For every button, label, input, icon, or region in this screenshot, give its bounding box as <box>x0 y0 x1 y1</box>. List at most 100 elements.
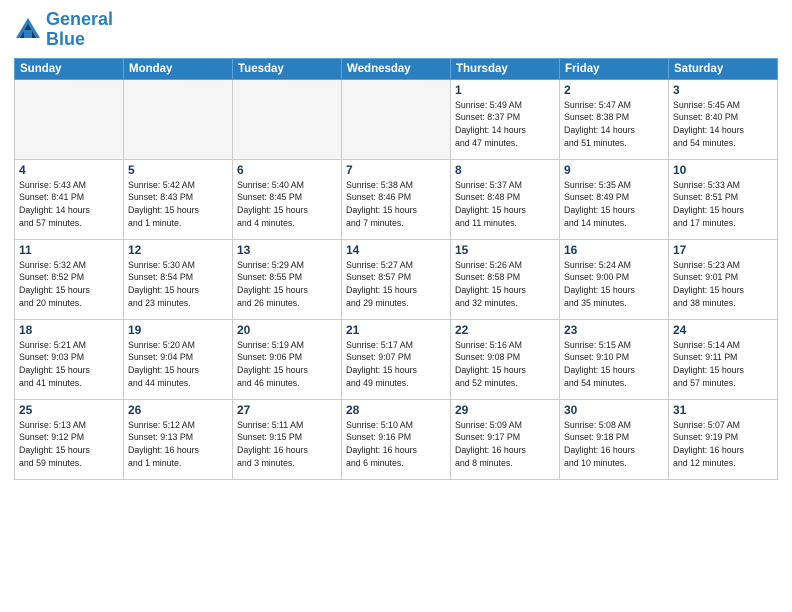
day-info: Sunrise: 5:12 AM Sunset: 9:13 PM Dayligh… <box>128 419 228 470</box>
logo: General Blue <box>14 10 113 50</box>
calendar-body: 1Sunrise: 5:49 AM Sunset: 8:37 PM Daylig… <box>15 79 778 479</box>
day-number: 2 <box>564 83 664 97</box>
day-cell: 30 Sunrise: 5:08 AM Sunset: 9:18 PM Dayli… <box>560 399 669 479</box>
day-cell: 10Sunrise: 5:33 AM Sunset: 8:51 PM Dayli… <box>669 159 778 239</box>
day-info: Sunrise: 5:40 AM Sunset: 8:45 PM Dayligh… <box>237 179 337 230</box>
day-info: Sunrise: 5:07 AM Sunset: 9:19 PM Dayligh… <box>673 419 773 470</box>
day-cell: 11 Sunrise: 5:32 AM Sunset: 8:52 PM Dayli… <box>15 239 124 319</box>
day-number: 3 <box>673 83 773 97</box>
day-number: 19 <box>128 323 228 337</box>
day-info: Sunrise: 5:42 AM Sunset: 8:43 PM Dayligh… <box>128 179 228 230</box>
day-info: Sunrise: 5:20 AM Sunset: 9:04 PM Dayligh… <box>128 339 228 390</box>
day-cell: 14Sunrise: 5:27 AM Sunset: 8:57 PM Dayli… <box>342 239 451 319</box>
day-cell: 4 Sunrise: 5:43 AM Sunset: 8:41 PM Daylig… <box>15 159 124 239</box>
day-info: Sunrise: 5:11 AM Sunset: 9:15 PM Dayligh… <box>237 419 337 470</box>
day-cell: 29 Sunrise: 5:09 AM Sunset: 9:17 PM Dayli… <box>451 399 560 479</box>
day-cell: 22 Sunrise: 5:16 AM Sunset: 9:08 PM Dayli… <box>451 319 560 399</box>
day-number: 15 <box>455 243 555 257</box>
day-header-sunday: Sunday <box>15 58 124 79</box>
day-info: Sunrise: 5:32 AM Sunset: 8:52 PM Dayligh… <box>19 259 119 310</box>
day-info: Sunrise: 5:37 AM Sunset: 8:48 PM Dayligh… <box>455 179 555 230</box>
day-info: Sunrise: 5:15 AM Sunset: 9:10 PM Dayligh… <box>564 339 664 390</box>
day-number: 18 <box>19 323 119 337</box>
day-cell: 16Sunrise: 5:24 AM Sunset: 9:00 PM Dayli… <box>560 239 669 319</box>
day-number: 31 <box>673 403 773 417</box>
day-number: 7 <box>346 163 446 177</box>
day-number: 11 <box>19 243 119 257</box>
day-cell: 12 Sunrise: 5:30 AM Sunset: 8:54 PM Dayli… <box>124 239 233 319</box>
week-row-3: 11 Sunrise: 5:32 AM Sunset: 8:52 PM Dayli… <box>15 239 778 319</box>
logo-icon <box>14 16 42 44</box>
day-info: Sunrise: 5:29 AM Sunset: 8:55 PM Dayligh… <box>237 259 337 310</box>
day-info: Sunrise: 5:47 AM Sunset: 8:38 PM Dayligh… <box>564 99 664 150</box>
day-cell: 31 Sunrise: 5:07 AM Sunset: 9:19 PM Dayli… <box>669 399 778 479</box>
day-number: 27 <box>237 403 337 417</box>
day-number: 4 <box>19 163 119 177</box>
day-info: Sunrise: 5:17 AM Sunset: 9:07 PM Dayligh… <box>346 339 446 390</box>
day-cell: 17 Sunrise: 5:23 AM Sunset: 9:01 PM Dayli… <box>669 239 778 319</box>
day-cell: 7 Sunrise: 5:38 AM Sunset: 8:46 PM Daylig… <box>342 159 451 239</box>
day-number: 13 <box>237 243 337 257</box>
day-cell: 2 Sunrise: 5:47 AM Sunset: 8:38 PM Daylig… <box>560 79 669 159</box>
day-cell: 20 Sunrise: 5:19 AM Sunset: 9:06 PM Dayli… <box>233 319 342 399</box>
day-number: 17 <box>673 243 773 257</box>
day-cell <box>124 79 233 159</box>
day-number: 22 <box>455 323 555 337</box>
day-header-saturday: Saturday <box>669 58 778 79</box>
day-number: 8 <box>455 163 555 177</box>
day-cell: 21 Sunrise: 5:17 AM Sunset: 9:07 PM Dayli… <box>342 319 451 399</box>
day-number: 21 <box>346 323 446 337</box>
day-cell: 28Sunrise: 5:10 AM Sunset: 9:16 PM Dayli… <box>342 399 451 479</box>
day-cell: 13 Sunrise: 5:29 AM Sunset: 8:55 PM Dayli… <box>233 239 342 319</box>
day-info: Sunrise: 5:16 AM Sunset: 9:08 PM Dayligh… <box>455 339 555 390</box>
day-number: 23 <box>564 323 664 337</box>
day-info: Sunrise: 5:23 AM Sunset: 9:01 PM Dayligh… <box>673 259 773 310</box>
day-cell: 1Sunrise: 5:49 AM Sunset: 8:37 PM Daylig… <box>451 79 560 159</box>
day-info: Sunrise: 5:13 AM Sunset: 9:12 PM Dayligh… <box>19 419 119 470</box>
logo-name: General Blue <box>46 10 113 50</box>
day-cell: 8 Sunrise: 5:37 AM Sunset: 8:48 PM Daylig… <box>451 159 560 239</box>
day-info: Sunrise: 5:33 AM Sunset: 8:51 PM Dayligh… <box>673 179 773 230</box>
day-info: Sunrise: 5:35 AM Sunset: 8:49 PM Dayligh… <box>564 179 664 230</box>
day-cell: 25 Sunrise: 5:13 AM Sunset: 9:12 PM Dayli… <box>15 399 124 479</box>
day-cell: 6 Sunrise: 5:40 AM Sunset: 8:45 PM Daylig… <box>233 159 342 239</box>
week-row-2: 4 Sunrise: 5:43 AM Sunset: 8:41 PM Daylig… <box>15 159 778 239</box>
day-cell <box>233 79 342 159</box>
day-number: 20 <box>237 323 337 337</box>
day-header-monday: Monday <box>124 58 233 79</box>
day-info: Sunrise: 5:38 AM Sunset: 8:46 PM Dayligh… <box>346 179 446 230</box>
day-info: Sunrise: 5:08 AM Sunset: 9:18 PM Dayligh… <box>564 419 664 470</box>
day-number: 5 <box>128 163 228 177</box>
day-number: 24 <box>673 323 773 337</box>
day-cell: 27 Sunrise: 5:11 AM Sunset: 9:15 PM Dayli… <box>233 399 342 479</box>
day-info: Sunrise: 5:45 AM Sunset: 8:40 PM Dayligh… <box>673 99 773 150</box>
day-info: Sunrise: 5:26 AM Sunset: 8:58 PM Dayligh… <box>455 259 555 310</box>
day-header-wednesday: Wednesday <box>342 58 451 79</box>
day-number: 12 <box>128 243 228 257</box>
day-cell: 18Sunrise: 5:21 AM Sunset: 9:03 PM Dayli… <box>15 319 124 399</box>
day-number: 6 <box>237 163 337 177</box>
day-info: Sunrise: 5:19 AM Sunset: 9:06 PM Dayligh… <box>237 339 337 390</box>
day-number: 25 <box>19 403 119 417</box>
day-cell: 26 Sunrise: 5:12 AM Sunset: 9:13 PM Dayli… <box>124 399 233 479</box>
calendar-table: SundayMondayTuesdayWednesdayThursdayFrid… <box>14 58 778 480</box>
day-number: 26 <box>128 403 228 417</box>
day-number: 29 <box>455 403 555 417</box>
day-cell: 23 Sunrise: 5:15 AM Sunset: 9:10 PM Dayli… <box>560 319 669 399</box>
day-info: Sunrise: 5:43 AM Sunset: 8:41 PM Dayligh… <box>19 179 119 230</box>
day-info: Sunrise: 5:49 AM Sunset: 8:37 PM Dayligh… <box>455 99 555 150</box>
calendar-header: SundayMondayTuesdayWednesdayThursdayFrid… <box>15 58 778 79</box>
page: General Blue SundayMondayTuesdayWednesda… <box>0 0 792 612</box>
day-cell: 9 Sunrise: 5:35 AM Sunset: 8:49 PM Daylig… <box>560 159 669 239</box>
day-cell: 3 Sunrise: 5:45 AM Sunset: 8:40 PM Daylig… <box>669 79 778 159</box>
day-info: Sunrise: 5:27 AM Sunset: 8:57 PM Dayligh… <box>346 259 446 310</box>
day-info: Sunrise: 5:30 AM Sunset: 8:54 PM Dayligh… <box>128 259 228 310</box>
header-row: SundayMondayTuesdayWednesdayThursdayFrid… <box>15 58 778 79</box>
day-cell <box>342 79 451 159</box>
day-info: Sunrise: 5:09 AM Sunset: 9:17 PM Dayligh… <box>455 419 555 470</box>
day-info: Sunrise: 5:24 AM Sunset: 9:00 PM Dayligh… <box>564 259 664 310</box>
day-number: 28 <box>346 403 446 417</box>
day-cell: 19 Sunrise: 5:20 AM Sunset: 9:04 PM Dayli… <box>124 319 233 399</box>
day-number: 30 <box>564 403 664 417</box>
day-number: 9 <box>564 163 664 177</box>
